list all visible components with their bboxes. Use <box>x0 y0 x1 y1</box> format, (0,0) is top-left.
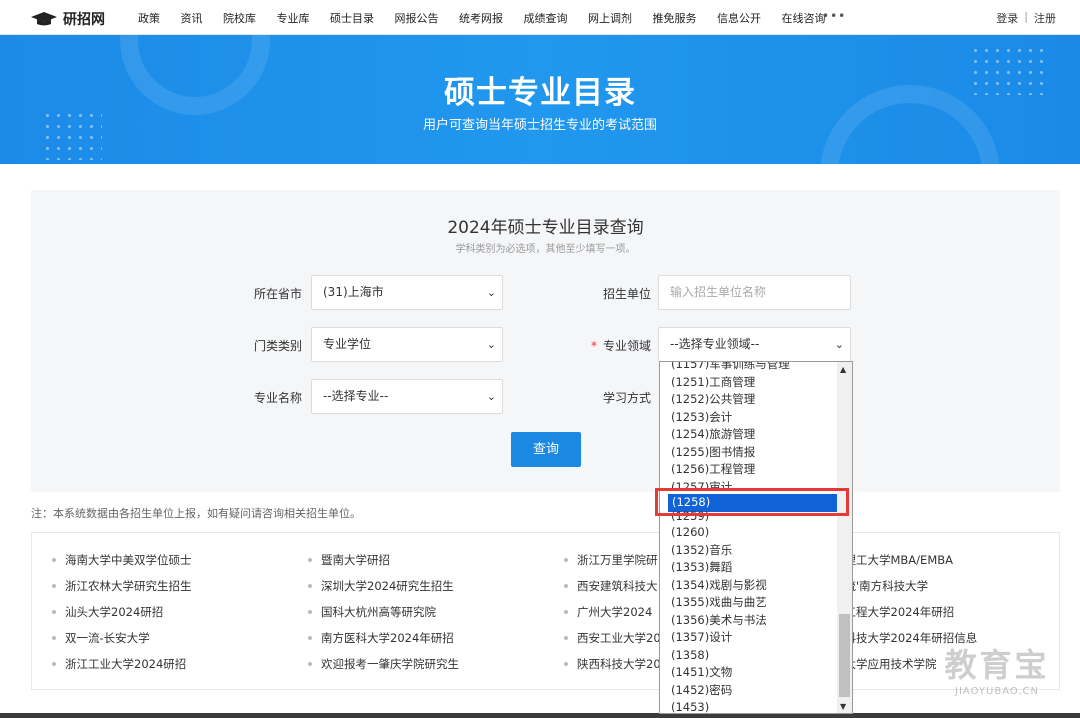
dropdown-option[interactable]: (1157)军事训练与管理 <box>671 362 837 374</box>
dropdown-option[interactable]: (1358) <box>671 647 837 665</box>
category-select-value: 专业学位 <box>323 337 372 351</box>
nav-link-schools[interactable]: 院校库 <box>223 10 256 26</box>
link-item[interactable]: 浙江工业大学2024研招 <box>52 656 186 672</box>
nav-link-recommendation[interactable]: 推免服务 <box>653 10 697 26</box>
dropdown-option[interactable]: (1356)美术与书法 <box>671 612 837 630</box>
link-item[interactable]: 暨南大学研招 <box>308 552 390 568</box>
graduation-cap-icon <box>31 12 57 26</box>
link-item[interactable]: 浙江农林大学研究生招生 <box>52 578 192 594</box>
link-item[interactable]: 国科大杭州高等研究院 <box>308 604 436 620</box>
page-title: 硕士专业目录 <box>444 75 636 111</box>
hero-banner: 硕士专业目录 用户可查询当年硕士招生专业的考试范围 <box>0 35 1080 164</box>
link-item[interactable]: 南方医科大学2024年研招 <box>308 630 454 646</box>
chevron-down-icon: ⌄ <box>486 338 496 351</box>
scrollbar-thumb[interactable] <box>839 614 850 697</box>
query-button[interactable]: 查询 <box>511 432 581 467</box>
auth-separator: | <box>1024 10 1028 23</box>
link-item[interactable]: 深圳大学2024研究生招生 <box>308 578 454 594</box>
chevron-down-icon: ⌄ <box>486 286 496 299</box>
dropdown-option[interactable]: (1452)密码 <box>671 682 837 700</box>
link-item[interactable]: 陕西科技大学20 <box>564 656 661 672</box>
nav-link-catalog[interactable]: 硕士目录 <box>330 10 374 26</box>
highlight-annotation-box <box>655 488 849 516</box>
watermark: 教育宝 JIAOYUBAO.CN <box>922 640 1072 697</box>
related-links: 海南大学中美双学位硕士 暨南大学研招 浙江万里学院研 南理工大学MBA/EMBA… <box>31 532 1060 690</box>
scroll-down-arrow-icon[interactable]: ▼ <box>840 702 846 711</box>
link-item[interactable]: 欢迎报考一肇庆学院研究生 <box>308 656 459 672</box>
search-title: 2024年硕士专业目录查询 <box>447 218 644 238</box>
nav-link-adjustment[interactable]: 网上调剂 <box>588 10 632 26</box>
required-mark: * <box>590 339 597 353</box>
search-panel: 2024年硕士专业目录查询 学科类别为必选项，其他至少填写一项。 所在省市 (3… <box>31 190 1060 492</box>
field-label-text: 专业领域 <box>602 339 651 353</box>
dropdown-option[interactable]: (1254)旅游管理 <box>671 426 837 444</box>
dropdown-scrollbar[interactable]: ▲ ▼ <box>837 362 852 713</box>
dropdown-option[interactable]: (1357)设计 <box>671 629 837 647</box>
dropdown-option[interactable]: (1251)工商管理 <box>671 374 837 392</box>
nav-link-consult[interactable]: 在线咨询 <box>782 10 826 26</box>
nav-link-registration-notice[interactable]: 网报公告 <box>395 10 439 26</box>
major-select[interactable]: --选择专业-- ⌄ <box>311 379 503 414</box>
field-label: * 专业领域 <box>581 337 651 354</box>
bottom-bar <box>0 713 1080 718</box>
nav-link-disclosure[interactable]: 信息公开 <box>717 10 761 26</box>
auth-links: 登录 | 注册 <box>996 10 1056 26</box>
nav-links: 政策 资讯 院校库 专业库 硕士目录 网报公告 统考网报 成绩查询 网上调剂 推… <box>138 0 846 35</box>
chevron-down-icon: ⌄ <box>834 338 844 351</box>
field-select[interactable]: --选择专业领域-- ⌄ <box>658 327 851 362</box>
dropdown-option[interactable]: (1352)音乐 <box>671 542 837 560</box>
dropdown-option[interactable]: (1355)戏曲与曲艺 <box>671 594 837 612</box>
link-item[interactable]: 浙江万里学院研 <box>564 552 658 568</box>
nav-link-majors[interactable]: 专业库 <box>277 10 310 26</box>
dropdown-option[interactable]: (1260) <box>671 524 837 542</box>
login-link[interactable]: 登录 <box>996 10 1018 26</box>
dropdown-option[interactable]: (1253)会计 <box>671 409 837 427</box>
province-select-value: (31)上海市 <box>323 285 384 299</box>
search-note: 学科类别为必选项，其他至少填写一项。 <box>455 244 636 255</box>
dropdown-option[interactable]: (1453) <box>671 699 837 713</box>
top-navigation: 研招网 政策 资讯 院校库 专业库 硕士目录 网报公告 统考网报 成绩查询 网上… <box>0 0 1080 35</box>
major-label: 专业名称 <box>253 391 302 405</box>
link-item[interactable]: 广州大学2024 <box>564 604 652 620</box>
more-menu-icon[interactable]: ••• <box>822 9 846 23</box>
chevron-down-icon: ⌄ <box>486 390 496 403</box>
category-label: 门类类别 <box>253 339 302 353</box>
register-link[interactable]: 注册 <box>1034 10 1056 26</box>
page-subtitle: 用户可查询当年硕士招生专业的考试范围 <box>422 118 657 133</box>
province-select[interactable]: (31)上海市 ⌄ <box>311 275 503 310</box>
footnote: 注：本系统数据由各招生单位上报，如有疑问请咨询相关招生单位。 <box>31 507 361 520</box>
site-logo[interactable]: 研招网 <box>30 9 105 29</box>
nav-link-exam-registration[interactable]: 统考网报 <box>459 10 503 26</box>
study-mode-label: 学习方式 <box>602 391 651 405</box>
unit-input[interactable]: 输入招生单位名称 <box>658 275 851 310</box>
watermark-url: JIAOYUBAO.CN <box>955 686 1039 697</box>
link-item[interactable]: 双一流-长安大学 <box>52 630 150 646</box>
dropdown-option[interactable]: (1256)工程管理 <box>671 461 837 479</box>
field-select-value: --选择专业领域-- <box>670 337 760 351</box>
category-select[interactable]: 专业学位 ⌄ <box>311 327 503 362</box>
link-item[interactable]: 汕头大学2024研招 <box>52 604 163 620</box>
unit-label: 招生单位 <box>602 287 651 301</box>
link-item[interactable]: 海南大学中美双学位硕士 <box>52 552 192 568</box>
link-item[interactable]: 西安建筑科技大 <box>564 578 658 594</box>
major-select-value: --选择专业-- <box>323 389 389 403</box>
watermark-text: 教育宝 <box>944 646 1050 684</box>
link-item[interactable]: 西安工业大学20 <box>564 630 661 646</box>
nav-link-score-query[interactable]: 成绩查询 <box>524 10 568 26</box>
scroll-up-arrow-icon[interactable]: ▲ <box>840 365 846 374</box>
nav-link-news[interactable]: 资讯 <box>181 10 203 26</box>
nav-link-policy[interactable]: 政策 <box>138 10 160 26</box>
dropdown-option[interactable]: (1255)图书情报 <box>671 444 837 462</box>
dropdown-option[interactable]: (1354)戏剧与影视 <box>671 577 837 595</box>
field-dropdown-list[interactable]: (1157)军事训练与管理 (1251)工商管理 (1252)公共管理 (125… <box>659 361 853 714</box>
province-label: 所在省市 <box>253 287 302 301</box>
dropdown-option[interactable]: (1353)舞蹈 <box>671 559 837 577</box>
dropdown-option[interactable]: (1451)文物 <box>671 664 837 682</box>
dropdown-option[interactable]: (1252)公共管理 <box>671 391 837 409</box>
logo-text: 研招网 <box>63 12 105 28</box>
